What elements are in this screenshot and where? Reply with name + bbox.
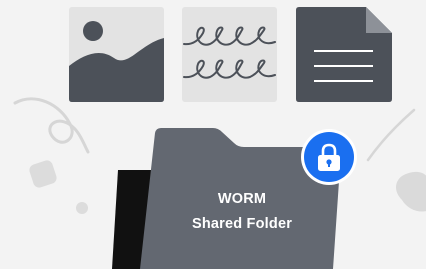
illustration: WORM Shared Folder [0, 0, 426, 269]
handwriting-file-card [182, 7, 277, 102]
image-file-card [69, 7, 164, 102]
decorative-curve-left [13, 97, 90, 154]
folder-title: WORM [217, 191, 267, 207]
decorative-blob-right [396, 171, 426, 212]
lock-badge [301, 129, 357, 185]
decorative-curve-right [366, 108, 416, 162]
decorative-dot-left [76, 202, 88, 214]
decorative-square [29, 160, 57, 188]
folder-subtitle: Shared Folder [191, 216, 293, 232]
text-document-card [296, 7, 392, 102]
